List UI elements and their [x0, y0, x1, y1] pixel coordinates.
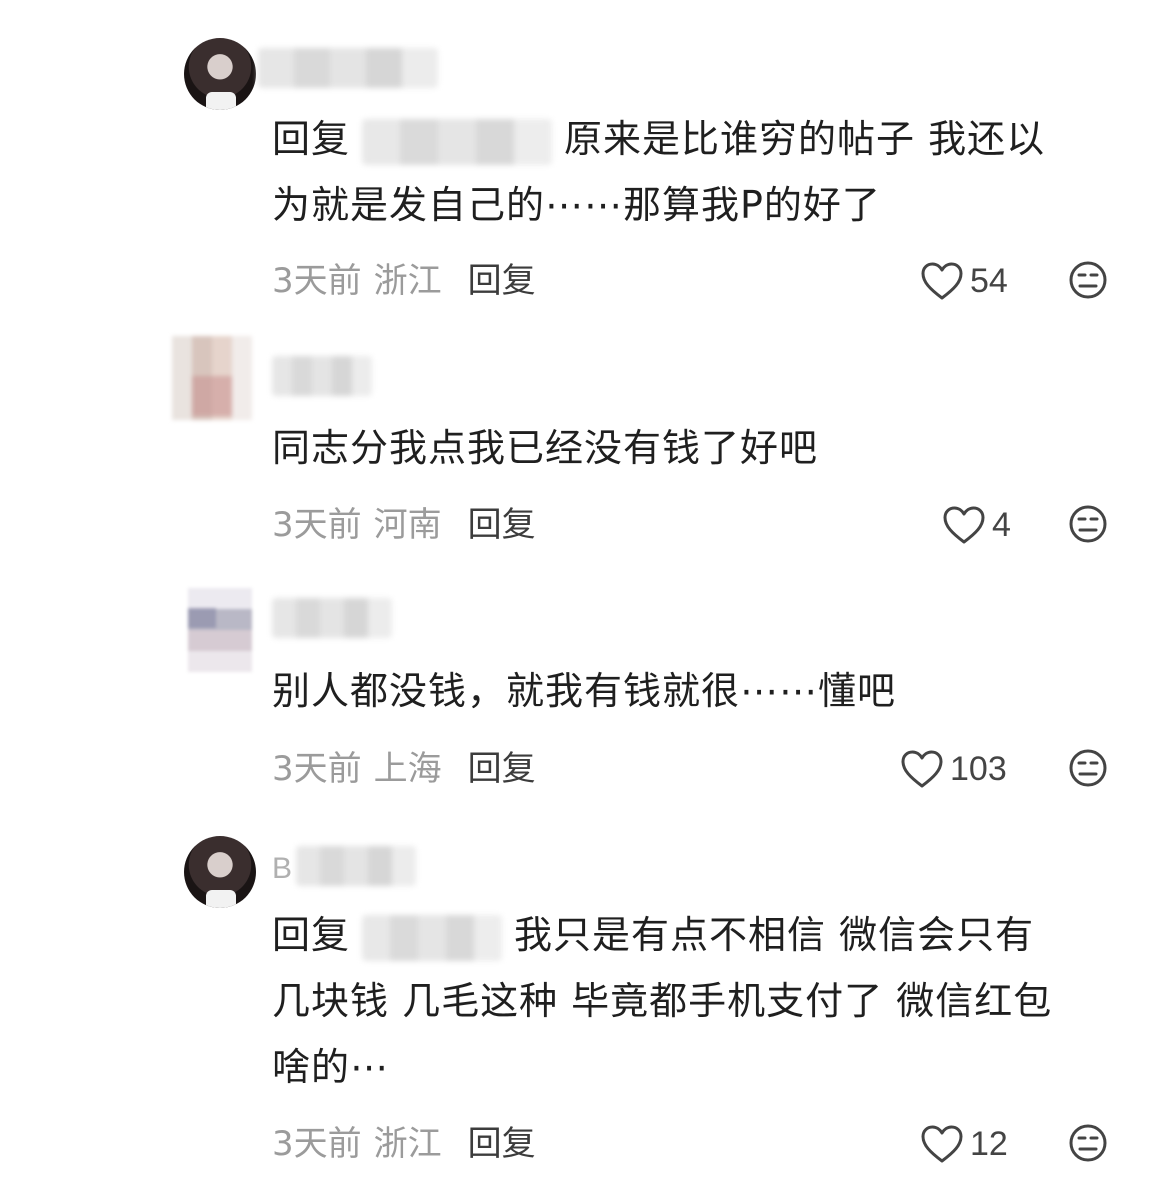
reply-prefix: 回复: [272, 913, 351, 957]
like-button[interactable]: 54: [920, 256, 1008, 306]
comment-list: 回复 原来是比谁穷的帖子 我还以 为就是发自己的⋯⋯那算我P的好了 3天前 浙江 回复…: [0, 0, 1176, 1186]
avatar[interactable]: [172, 336, 252, 420]
username-blurred[interactable]: [272, 598, 392, 638]
comment-meta: 3天前 浙江 回复 12: [272, 1119, 1122, 1169]
avatar[interactable]: [184, 836, 256, 908]
unhappy-face-icon[interactable]: [1068, 1123, 1108, 1163]
heart-outline-icon: [901, 750, 943, 788]
comment-text-line: 几块钱 几毛这种 毕竟都手机支付了 微信红包: [272, 979, 1053, 1023]
comment-time: 3天前: [272, 1124, 362, 1164]
reply-prefix: 回复: [272, 117, 351, 161]
comment-text-line: 我只是有点不相信 微信会只有: [514, 913, 1035, 957]
comment-time: 3天前: [272, 261, 362, 301]
comment-meta: 3天前 上海 回复 103: [272, 744, 1122, 794]
comment-location: 浙江: [373, 261, 442, 301]
comment-text: 回复 原来是比谁穷的帖子 我还以 为就是发自己的⋯⋯那算我P的好了: [272, 106, 1122, 238]
comment-time: 3天前: [272, 505, 362, 545]
username-prefix: B: [272, 852, 293, 885]
heart-outline-icon: [943, 506, 985, 544]
mention-blurred[interactable]: [362, 118, 553, 165]
like-button[interactable]: 103: [900, 744, 1007, 794]
comment-location: 上海: [373, 749, 442, 789]
username-blurred[interactable]: [258, 48, 438, 88]
reply-button[interactable]: 回复: [468, 261, 536, 301]
comment-text: 别人都没钱，就我有钱就很⋯⋯懂吧: [272, 658, 1122, 724]
comment-meta: 3天前 河南 回复 4: [272, 500, 1122, 550]
comment-text-line: 为就是发自己的⋯⋯那算我P的好了: [272, 183, 881, 227]
comment-text-line: 啥的⋯: [272, 1045, 390, 1089]
heart-outline-icon: [921, 262, 963, 300]
like-count: 54: [970, 262, 1008, 300]
like-button[interactable]: 12: [920, 1119, 1008, 1169]
username-blurred[interactable]: [272, 356, 372, 396]
unhappy-face-icon[interactable]: [1068, 260, 1108, 300]
comment-text-line: 同志分我点我已经没有钱了好吧: [272, 426, 819, 470]
reply-button[interactable]: 回复: [468, 749, 536, 789]
comment-meta: 3天前 浙江 回复 54: [272, 256, 1122, 306]
avatar[interactable]: [184, 38, 256, 110]
like-count: 4: [992, 506, 1011, 544]
comment-text: 回复 我只是有点不相信 微信会只有 几块钱 几毛这种 毕竟都手机支付了 微信红包 …: [272, 902, 1122, 1100]
username-blurred[interactable]: [296, 846, 416, 886]
avatar[interactable]: [188, 588, 252, 672]
comment-text-line: 原来是比谁穷的帖子 我还以: [564, 117, 1046, 161]
comment-text: 同志分我点我已经没有钱了好吧: [272, 415, 1122, 481]
comment-location: 河南: [373, 505, 442, 545]
reply-button[interactable]: 回复: [468, 505, 536, 545]
like-count: 103: [950, 750, 1007, 788]
comment-text-line: 别人都没钱，就我有钱就很⋯⋯懂吧: [272, 669, 897, 713]
heart-outline-icon: [921, 1125, 963, 1163]
mention-blurred[interactable]: [362, 914, 503, 961]
reply-button[interactable]: 回复: [468, 1124, 536, 1164]
like-count: 12: [970, 1125, 1008, 1163]
comment-time: 3天前: [272, 749, 362, 789]
unhappy-face-icon[interactable]: [1068, 748, 1108, 788]
unhappy-face-icon[interactable]: [1068, 504, 1108, 544]
like-button[interactable]: 4: [942, 500, 1011, 550]
comment-location: 浙江: [373, 1124, 442, 1164]
